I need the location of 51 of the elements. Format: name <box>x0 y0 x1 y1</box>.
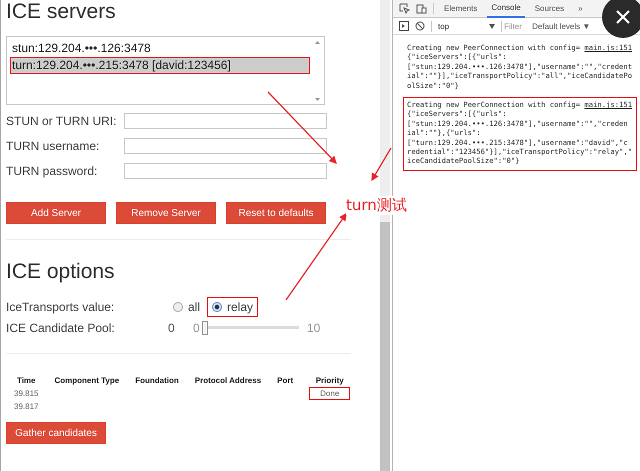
table-cell: Done <box>309 387 350 400</box>
inspect-icon[interactable] <box>399 3 410 14</box>
devtools-tab[interactable]: Console <box>487 0 525 18</box>
server-list[interactable]: stun:129.204.•••.126:3478 turn:129.204.•••.215:3478 [david:123456] <box>6 36 325 105</box>
column-header: Component Type <box>53 376 120 387</box>
server-item[interactable]: turn:129.204.•••.215:3478 [david:123456] <box>10 57 310 74</box>
section-heading: ICE servers <box>6 0 117 24</box>
action-button[interactable]: Add Server <box>6 202 106 224</box>
pool-value: 0 <box>168 320 176 334</box>
field-label: TURN password: <box>6 164 98 178</box>
annotation-label: turn测试 <box>346 196 407 215</box>
context-select[interactable]: top <box>438 22 496 30</box>
radio-button[interactable] <box>173 302 183 312</box>
slider-min-label: 0 <box>193 320 201 334</box>
slider-thumb[interactable] <box>202 320 208 334</box>
scrollbar-arrows-icon <box>314 39 321 103</box>
action-button[interactable]: Reset to defaults <box>226 202 326 224</box>
annotation-arrow <box>371 148 392 182</box>
column-header: Port <box>276 376 294 387</box>
clear-icon[interactable] <box>415 21 425 31</box>
field-label: TURN username: <box>6 139 100 153</box>
table-cell: 39.815 <box>14 389 38 398</box>
device-icon[interactable] <box>416 3 427 14</box>
caret-icon <box>489 24 496 28</box>
input-field[interactable] <box>124 163 327 179</box>
input-field[interactable] <box>124 138 327 154</box>
sidebar-toggle-icon[interactable] <box>399 21 409 31</box>
radio-option[interactable]: all <box>173 300 200 314</box>
radio-option[interactable]: relay <box>212 300 254 314</box>
close-button[interactable] <box>602 0 640 38</box>
column-header: Protocol Address <box>194 376 262 387</box>
input-field[interactable] <box>124 113 327 129</box>
column-header: Foundation <box>134 376 180 387</box>
more-tabs-button[interactable]: » <box>574 0 587 16</box>
slider-max-label: 10 <box>307 320 320 334</box>
scrollbar-thumb[interactable] <box>380 222 390 471</box>
devtools-tab[interactable]: Sources <box>530 0 568 16</box>
levels-dropdown[interactable]: Default levels ▼ <box>532 22 590 30</box>
section-heading: ICE options <box>6 260 116 284</box>
gather-button[interactable]: Gather candidates <box>6 422 106 444</box>
column-header: Priority <box>301 376 358 387</box>
devtools-tab[interactable]: Elements <box>440 0 482 16</box>
option-label: ICE Candidate Pool: <box>6 320 116 334</box>
field-label: STUN or TURN URI: <box>6 114 118 128</box>
close-icon <box>615 9 631 25</box>
server-item[interactable]: stun:129.204.•••.126:3478 <box>10 40 310 57</box>
option-label: IceTransports value: <box>6 300 116 314</box>
table-cell: 39.817 <box>14 402 38 410</box>
radio-button[interactable] <box>212 302 222 312</box>
action-button[interactable]: Remove Server <box>116 202 216 224</box>
column-header: Time <box>16 376 36 387</box>
